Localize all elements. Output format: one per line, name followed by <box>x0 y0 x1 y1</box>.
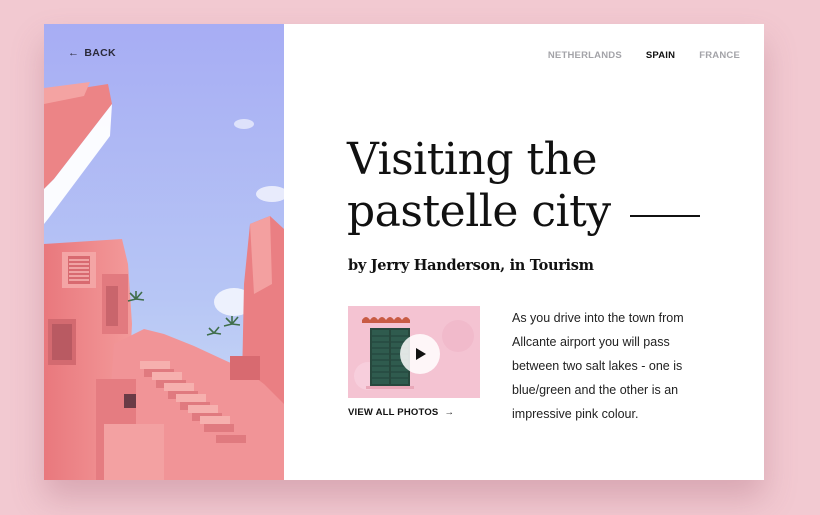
nav-item-spain[interactable]: SPAIN <box>646 50 675 61</box>
article-description: As you drive into the town from Allcante… <box>512 311 684 421</box>
back-button[interactable]: ← BACK <box>68 47 116 59</box>
hero-image: ← BACK <box>44 24 284 480</box>
back-label: BACK <box>84 47 116 59</box>
country-nav: NETHERLANDS SPAIN FRANCE <box>548 50 740 61</box>
view-all-label: VIEW ALL PHOTOS <box>348 407 439 418</box>
title-divider <box>630 215 700 217</box>
video-thumbnail[interactable] <box>348 306 480 398</box>
article-card: ← BACK NETHERLANDS SPAIN FRANCE Visiting… <box>44 24 764 480</box>
title-line-2: pastelle city <box>347 186 611 237</box>
arrow-right-icon: → <box>444 407 455 418</box>
play-icon <box>416 348 426 360</box>
page-title: Visiting the pastelle city <box>347 134 647 238</box>
arrow-left-icon: ← <box>68 46 80 59</box>
nav-item-france[interactable]: FRANCE <box>699 50 740 61</box>
play-button[interactable] <box>400 334 440 374</box>
hero-illustration <box>44 24 284 480</box>
byline: by Jerry Handerson, in Tourism <box>348 257 594 274</box>
view-all-photos-link[interactable]: VIEW ALL PHOTOS → <box>348 407 454 418</box>
title-line-1: Visiting the <box>347 134 598 185</box>
nav-item-netherlands[interactable]: NETHERLANDS <box>548 50 622 61</box>
